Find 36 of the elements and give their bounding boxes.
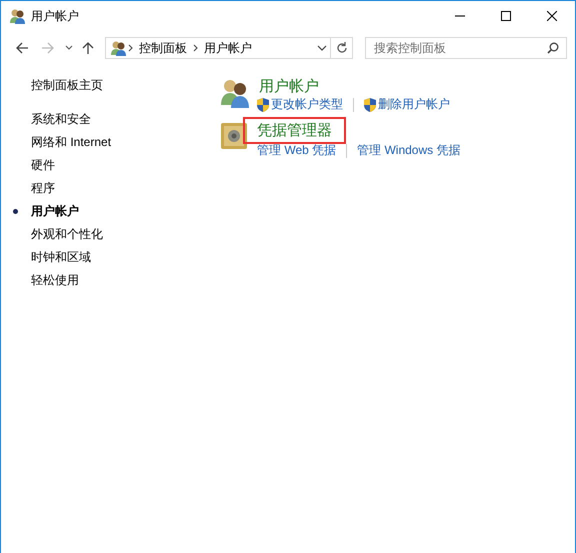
up-arrow-icon: [81, 41, 95, 55]
refresh-button[interactable]: [331, 37, 353, 59]
sidebar-item[interactable]: 时钟和区域: [31, 246, 191, 269]
breadcrumb-item[interactable]: 用户帐户: [200, 40, 256, 56]
task-link[interactable]: 管理 Web 凭据: [257, 142, 336, 159]
back-arrow-icon: [15, 41, 29, 55]
breadcrumb-item[interactable]: 控制面板: [135, 40, 191, 56]
sidebar-item[interactable]: 外观和个性化: [31, 223, 191, 246]
sidebar-item[interactable]: 硬件: [31, 154, 191, 177]
chevron-down-icon: [65, 45, 73, 51]
forward-arrow-icon: [41, 41, 55, 55]
sidebar-link[interactable]: 控制面板主页: [31, 77, 191, 94]
close-icon: [547, 11, 557, 21]
users-icon: [219, 77, 251, 109]
sidebar-item[interactable]: 轻松使用: [31, 269, 191, 292]
task-link[interactable]: 删除用户帐户: [364, 96, 450, 113]
sidebar-item[interactable]: 网络和 Internet: [31, 131, 191, 154]
task-link[interactable]: 更改帐户类型: [257, 96, 343, 113]
sidebar-item[interactable]: 用户帐户: [31, 200, 191, 223]
chevron-right-icon: [193, 44, 198, 52]
sidebar-item[interactable]: 程序: [31, 177, 191, 200]
search-field[interactable]: 搜索控制面板: [365, 37, 567, 59]
chevron-down-icon: [317, 45, 327, 51]
section-title[interactable]: 凭据管理器: [245, 119, 344, 142]
users-icon: [110, 40, 126, 56]
users-icon: [9, 8, 25, 24]
address-bar[interactable]: 控制面板 用户帐户: [105, 37, 331, 59]
task-link[interactable]: 管理 Windows 凭据: [357, 142, 460, 159]
section-title[interactable]: 用户帐户: [257, 77, 321, 96]
window-title: 用户帐户: [31, 8, 79, 24]
sidebar-item[interactable]: 系统和安全: [31, 108, 191, 131]
refresh-icon: [336, 42, 348, 54]
maximize-icon: [501, 11, 511, 21]
bullet-icon: [13, 209, 18, 214]
chevron-right-icon: [128, 44, 133, 52]
search-icon: [547, 42, 559, 54]
